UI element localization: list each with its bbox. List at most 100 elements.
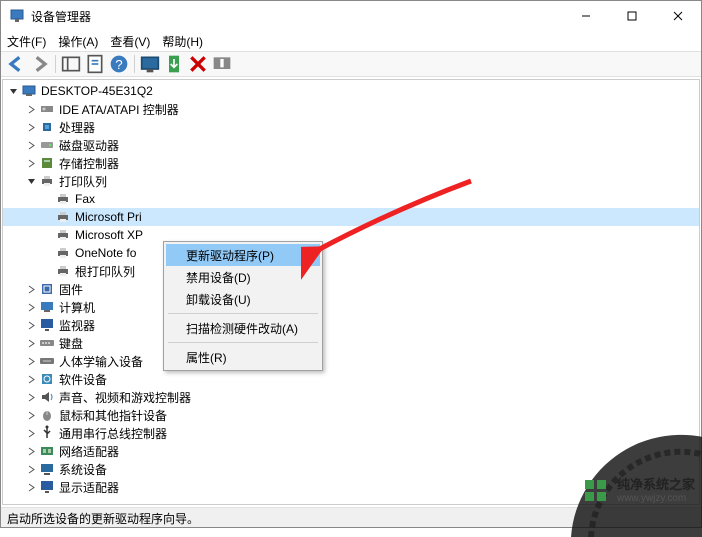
chevron-down-icon[interactable] [25,175,37,187]
uninstall-button[interactable] [187,53,209,75]
tree-category-storage[interactable]: 存储控制器 [3,154,699,172]
ctx-properties[interactable]: 属性(R) [166,346,320,368]
chevron-right-icon[interactable] [25,301,37,313]
category-label: 键盘 [59,335,83,352]
chevron-right-icon[interactable] [25,139,37,151]
disable-button[interactable] [211,53,233,75]
chevron-right-icon[interactable] [25,337,37,349]
show-hide-button[interactable] [60,53,82,75]
maximize-button[interactable] [609,1,655,31]
tree-category-mouse[interactable]: 鼠标和其他指针设备 [3,406,699,424]
computer-icon [39,299,55,315]
menu-action[interactable]: 操作(A) [58,33,98,50]
ide-icon [39,101,55,117]
minimize-button[interactable] [563,1,609,31]
help-button[interactable]: ? [108,53,130,75]
menu-help[interactable]: 帮助(H) [162,33,203,50]
category-label: 监视器 [59,317,95,334]
mouse-icon [39,407,55,423]
chevron-right-icon[interactable] [25,157,37,169]
tree-category-network[interactable]: 网络适配器 [3,442,699,460]
chevron-right-icon[interactable] [25,355,37,367]
update-driver-button[interactable] [163,53,185,75]
separator [55,55,56,73]
printer-icon [55,227,71,243]
chevron-right-icon[interactable] [25,373,37,385]
item-label: Microsoft XP [75,228,143,242]
properties-button[interactable] [84,53,106,75]
separator [134,55,135,73]
tree-category-printers[interactable]: 打印队列 [3,172,699,190]
ctx-scan-hardware[interactable]: 扫描检测硬件改动(A) [166,317,320,339]
tree-item-root-printer[interactable]: 根打印队列 [3,262,699,280]
chevron-right-icon[interactable] [25,319,37,331]
tree-category-monitor[interactable]: 监视器 [3,316,699,334]
ctx-update-driver[interactable]: 更新驱动程序(P) [166,244,320,266]
tree-category-hid[interactable]: 人体学输入设备 [3,352,699,370]
tree-root[interactable]: DESKTOP-45E31Q2 [3,82,699,100]
close-button[interactable] [655,1,701,31]
category-label: 声音、视频和游戏控制器 [59,389,191,406]
chevron-right-icon[interactable] [25,391,37,403]
system-icon [39,461,55,477]
chevron-right-icon[interactable] [25,283,37,295]
category-label: 计算机 [59,299,95,316]
ctx-disable-device[interactable]: 禁用设备(D) [166,266,320,288]
firmware-icon [39,281,55,297]
tree-category-ide[interactable]: IDE ATA/ATAPI 控制器 [3,100,699,118]
tree-category-usb[interactable]: 通用串行总线控制器 [3,424,699,442]
software-icon [39,371,55,387]
chevron-right-icon[interactable] [25,481,37,493]
chevron-right-icon[interactable] [25,427,37,439]
category-label: 软件设备 [59,371,107,388]
tree-category-keyboard[interactable]: 键盘 [3,334,699,352]
chevron-right-icon[interactable] [25,409,37,421]
printer-icon [55,191,71,207]
printer-icon [55,245,71,261]
tree-category-display[interactable]: 显示适配器 [3,478,699,496]
category-label: 显示适配器 [59,479,119,496]
tree-item-onenote[interactable]: OneNote fo [3,244,699,262]
sound-icon [39,389,55,405]
category-label: 打印队列 [59,173,107,190]
device-tree[interactable]: DESKTOP-45E31Q2 IDE ATA/ATAPI 控制器 处理器 磁盘… [2,79,700,505]
storage-icon [39,155,55,171]
category-label: 鼠标和其他指针设备 [59,407,167,424]
forward-button[interactable] [29,53,51,75]
chevron-down-icon[interactable] [7,85,19,97]
chevron-right-icon[interactable] [25,463,37,475]
tree-category-software[interactable]: 软件设备 [3,370,699,388]
printer-icon [55,263,71,279]
chevron-right-icon[interactable] [25,445,37,457]
ctx-uninstall-device[interactable]: 卸载设备(U) [166,288,320,310]
category-label: 系统设备 [59,461,107,478]
tree-item-ms-xps[interactable]: Microsoft XP [3,226,699,244]
chevron-right-icon[interactable] [25,121,37,133]
status-text: 启动所选设备的更新驱动程序向导。 [7,512,199,526]
menu-file[interactable]: 文件(F) [7,33,46,50]
tree-category-system[interactable]: 系统设备 [3,460,699,478]
statusbar: 启动所选设备的更新驱动程序向导。 [1,507,701,527]
printer-icon [39,173,55,189]
tree-category-cpu[interactable]: 处理器 [3,118,699,136]
tree-category-diskdrive[interactable]: 磁盘驱动器 [3,136,699,154]
menu-view[interactable]: 查看(V) [110,33,150,50]
tree-category-sound[interactable]: 声音、视频和游戏控制器 [3,388,699,406]
cpu-icon [39,119,55,135]
app-icon [9,8,25,24]
category-label: 网络适配器 [59,443,119,460]
tree-category-computer[interactable]: 计算机 [3,298,699,316]
category-label: 固件 [59,281,83,298]
hid-icon [39,353,55,369]
chevron-right-icon[interactable] [25,103,37,115]
category-label: 处理器 [59,119,95,136]
keyboard-icon [39,335,55,351]
network-icon [39,443,55,459]
category-label: 存储控制器 [59,155,119,172]
tree-item-ms-print[interactable]: Microsoft Pri [3,208,699,226]
tree-category-firmware[interactable]: 固件 [3,280,699,298]
back-button[interactable] [5,53,27,75]
item-label: Fax [75,192,95,206]
tree-item-fax[interactable]: Fax [3,190,699,208]
scan-button[interactable] [139,53,161,75]
